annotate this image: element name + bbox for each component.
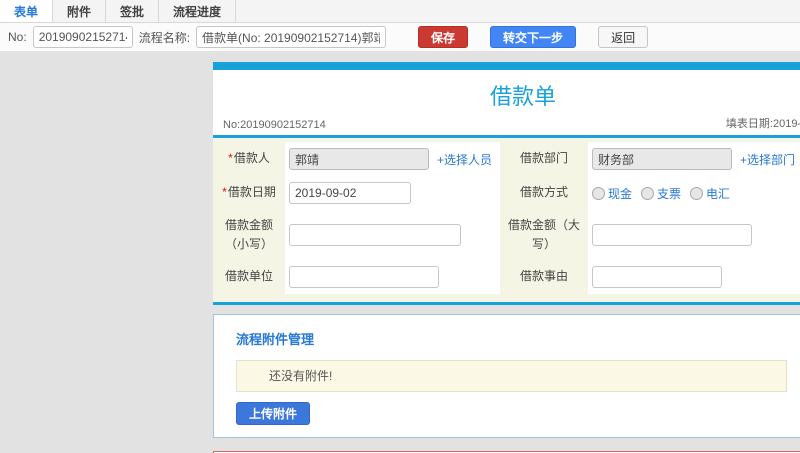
loan-unit-input[interactable] (289, 266, 439, 288)
loan-reason-cell (588, 260, 800, 294)
amount-lower-input[interactable] (289, 224, 461, 246)
radio-cheque[interactable]: 支票 (641, 185, 681, 202)
form-meta-row: No:20190902152714 填表日期:2019-09-02 15:27:… (213, 115, 800, 135)
loan-unit-label: 借款单位 (213, 260, 285, 294)
radio-circle-icon (690, 186, 704, 200)
dept-input[interactable] (592, 148, 732, 170)
tab-form-label: 表单 (14, 4, 39, 19)
loan-date-label-text: 借款日期 (227, 185, 276, 200)
attachment-heading: 流程附件管理 (236, 332, 315, 347)
amount-upper-input[interactable] (592, 224, 752, 246)
back-button[interactable]: 返回 (598, 26, 649, 48)
select-person-link[interactable]: +选择人员 (437, 151, 492, 168)
action-toolbar: No: 流程名称: 保存 转交下一步 返回 (0, 23, 800, 52)
amount-upper-cell (588, 210, 800, 260)
loan-reason-label-text: 借款事由 (519, 269, 568, 284)
required-mark: * (222, 185, 227, 200)
form-title: 借款单 (489, 84, 556, 109)
amount-lower-cell (285, 210, 500, 260)
dept-label-text: 借款部门 (519, 151, 568, 166)
radio-wire-label: 电汇 (706, 186, 731, 201)
radio-circle-icon (641, 186, 655, 200)
radio-circle-icon (592, 186, 605, 200)
tab-progress[interactable]: 流程进度 (159, 0, 237, 22)
tab-attachments[interactable]: 附件 (53, 0, 107, 22)
flow-name-label: 流程名称: (138, 30, 191, 45)
dept-cell: +选择部门 (588, 142, 800, 176)
loan-method-cell: 现金 支票 电汇 (588, 176, 800, 210)
radio-cash-label: 现金 (608, 186, 633, 201)
tab-approval[interactable]: 签批 (106, 0, 160, 22)
loan-reason-input[interactable] (592, 266, 722, 288)
radio-cash[interactable]: 现金 (592, 185, 632, 202)
select-dept-link[interactable]: +选择部门 (740, 151, 795, 168)
attachment-panel: 流程附件管理 还没有附件! 上传附件 (213, 314, 800, 438)
tab-form[interactable]: 表单 (0, 0, 54, 22)
amount-lower-label-text: 借款金额（小写） (224, 217, 273, 251)
form-no-text: No:20190902152714 (223, 119, 326, 131)
loan-date-input[interactable] (289, 182, 411, 204)
no-attachment-message: 还没有附件! (236, 360, 787, 392)
tab-attachments-label: 附件 (67, 4, 92, 19)
panel-top-bar (213, 62, 800, 70)
loan-unit-cell (285, 260, 500, 294)
save-button[interactable]: 保存 (418, 26, 469, 48)
loan-unit-label-text: 借款单位 (224, 269, 273, 284)
page-background: 借款单 No:20190902152714 填表日期:2019-09-02 15… (0, 51, 800, 453)
radio-cheque-label: 支票 (657, 186, 682, 201)
borrower-label: * 借款人 (213, 142, 285, 176)
form-date-text: 填表日期:2019-09-02 15:27:1 (725, 118, 800, 130)
loan-form-panel: 借款单 No:20190902152714 填表日期:2019-09-02 15… (213, 62, 800, 305)
loan-method-label-text: 借款方式 (519, 185, 568, 200)
no-label: No: (8, 30, 27, 44)
loan-form-grid: *借款人 +选择人员 借款部门 +选择部门 *借款日期 (213, 138, 800, 302)
divider-line (213, 302, 800, 305)
borrower-input[interactable] (289, 148, 429, 170)
borrower-cell: +选择人员 (285, 142, 500, 176)
loan-date-cell (285, 176, 500, 210)
amount-upper-label-text: 借款金额（大写） (507, 217, 580, 251)
flow-name-input[interactable] (196, 26, 387, 48)
tab-progress-label: 流程进度 (173, 4, 222, 19)
tab-bar: 表单 附件 签批 流程进度 (0, 0, 800, 23)
loan-method-radio-group: 现金 支票 电汇 (592, 185, 730, 202)
radio-wire[interactable]: 电汇 (690, 185, 730, 202)
amount-lower-label: 借款金额（小写） (213, 210, 285, 260)
amount-upper-label: 借款金额（大写） (500, 210, 588, 260)
forward-next-step-button[interactable]: 转交下一步 (490, 26, 577, 48)
loan-reason-label: 借款事由 (500, 260, 588, 294)
upload-attachment-button[interactable]: 上传附件 (236, 402, 311, 425)
dept-label: 借款部门 (500, 142, 588, 176)
no-input[interactable] (32, 26, 133, 48)
borrower-label-text: 借款人 (233, 151, 270, 166)
required-mark: * (228, 151, 233, 166)
tab-approval-label: 签批 (120, 4, 145, 19)
loan-method-label: 借款方式 (500, 176, 588, 210)
loan-date-label: * 借款日期 (213, 176, 285, 210)
